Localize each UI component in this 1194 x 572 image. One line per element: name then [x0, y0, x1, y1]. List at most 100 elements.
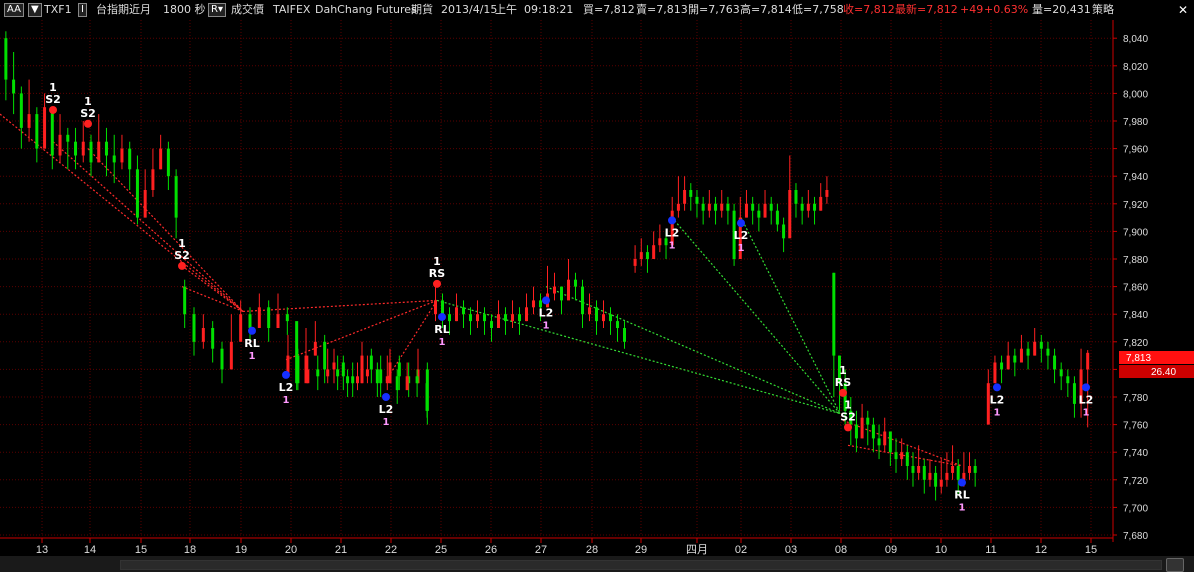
candle-body	[888, 431, 892, 453]
y-tick-label: 7,820	[1123, 338, 1148, 349]
candle-body	[27, 114, 31, 128]
close-icon[interactable]: ✕	[1178, 0, 1188, 20]
signal-label: L2	[379, 403, 394, 416]
candle-body	[581, 286, 584, 315]
candle-body	[567, 279, 570, 301]
candle-body	[658, 238, 662, 246]
signal-count: 1	[249, 351, 256, 362]
x-tick-label: 12	[1035, 544, 1047, 556]
signal-count: 1	[1083, 407, 1090, 418]
y-tick-label: 8,020	[1123, 62, 1148, 73]
scrollbar[interactable]	[0, 556, 1194, 572]
candle-body	[229, 341, 233, 370]
y-tick-label: 8,040	[1123, 34, 1148, 45]
r-button[interactable]: R▾	[208, 3, 226, 17]
candle-body	[726, 203, 730, 211]
candle-body	[782, 224, 786, 239]
candle-body	[676, 203, 680, 211]
small-tag: 26.40	[1151, 367, 1176, 378]
candle-body	[871, 424, 875, 439]
y-tick-label: 7,980	[1123, 117, 1148, 128]
candle-body	[441, 300, 444, 315]
buy-signal-marker	[668, 216, 676, 225]
y-tick-label: 7,920	[1123, 200, 1148, 211]
candle-body	[365, 369, 369, 377]
candle-body	[609, 314, 612, 322]
x-tick-label: 18	[184, 544, 196, 556]
candle-body	[968, 466, 972, 473]
candle-body	[525, 307, 528, 322]
candle-body	[201, 328, 205, 342]
signal-label: S2	[45, 93, 61, 106]
candle-body	[434, 300, 437, 315]
category-label: 期貨	[411, 3, 433, 16]
candle-body	[707, 203, 711, 211]
candle-body	[1053, 355, 1057, 370]
candle-body	[1066, 376, 1070, 384]
buy-signal-marker	[248, 326, 256, 335]
candle-body	[1013, 355, 1017, 363]
x-tick-label: 13	[36, 544, 48, 556]
contract-name: 台指期近月	[96, 3, 151, 16]
candle-body	[220, 348, 224, 370]
candle-body	[689, 190, 693, 197]
candle-body	[385, 376, 389, 384]
y-tick-label: 7,900	[1123, 227, 1148, 238]
candle-body	[211, 328, 215, 349]
candle-body	[58, 134, 62, 156]
x-tick-label: 15	[1085, 544, 1097, 556]
buy-signal-marker	[438, 312, 446, 321]
x-tick-label: 14	[84, 544, 96, 556]
signal-count: 1	[738, 243, 745, 254]
x-tick-label: 21	[335, 544, 347, 556]
candle-body	[89, 141, 93, 163]
candle-body	[602, 314, 605, 322]
candle-body	[351, 376, 355, 384]
signal-count: 1	[959, 503, 966, 514]
candle-body	[151, 169, 155, 190]
candle-body	[751, 203, 755, 211]
candle-body	[832, 272, 836, 356]
candle-body	[894, 452, 898, 460]
candle-body	[375, 369, 379, 384]
price-type-label: 成交價	[231, 3, 264, 16]
candle-body	[425, 383, 429, 411]
candle-body	[934, 472, 938, 487]
scroll-button[interactable]	[1166, 558, 1184, 572]
buy-signal-marker	[282, 370, 290, 379]
x-tick-label: 29	[635, 544, 647, 556]
buy-signal-marker	[958, 478, 966, 487]
candle-body	[112, 155, 116, 163]
candle-body	[877, 438, 881, 446]
candle-body	[683, 190, 687, 204]
y-axis: 7,6807,7007,7207,7407,7607,7807,8007,820…	[1112, 20, 1148, 542]
y-tick-label: 7,680	[1123, 531, 1148, 542]
x-tick-label: 20	[285, 544, 297, 556]
candle-body	[623, 328, 626, 342]
candle-body	[159, 148, 163, 170]
candle-body	[645, 252, 649, 259]
candle-body	[497, 314, 500, 328]
x-tick-label: 02	[735, 544, 747, 556]
last-price-tag: 7,813	[1126, 353, 1151, 364]
trend-line	[52, 141, 244, 312]
candle-body	[313, 341, 317, 356]
scrollbar-thumb[interactable]	[120, 560, 1162, 570]
candle-body	[74, 141, 78, 156]
high-label: 高=7,814	[740, 3, 792, 16]
candle-body	[652, 245, 656, 259]
candle-body	[323, 341, 327, 370]
trend-line	[181, 265, 244, 312]
candle-body	[448, 314, 451, 322]
candle-body	[183, 286, 187, 315]
candle-body	[1000, 362, 1004, 370]
signal-label: L2	[665, 226, 680, 239]
candle-body	[1033, 341, 1037, 356]
chevron-down-icon[interactable]: ▼	[28, 3, 42, 17]
x-tick-label: 15	[135, 544, 147, 556]
candle-body	[490, 321, 493, 328]
candle-body	[12, 79, 16, 94]
info-button[interactable]: I	[78, 3, 87, 17]
signal-label: S2	[174, 249, 190, 262]
aa-button[interactable]: AA	[4, 3, 24, 17]
